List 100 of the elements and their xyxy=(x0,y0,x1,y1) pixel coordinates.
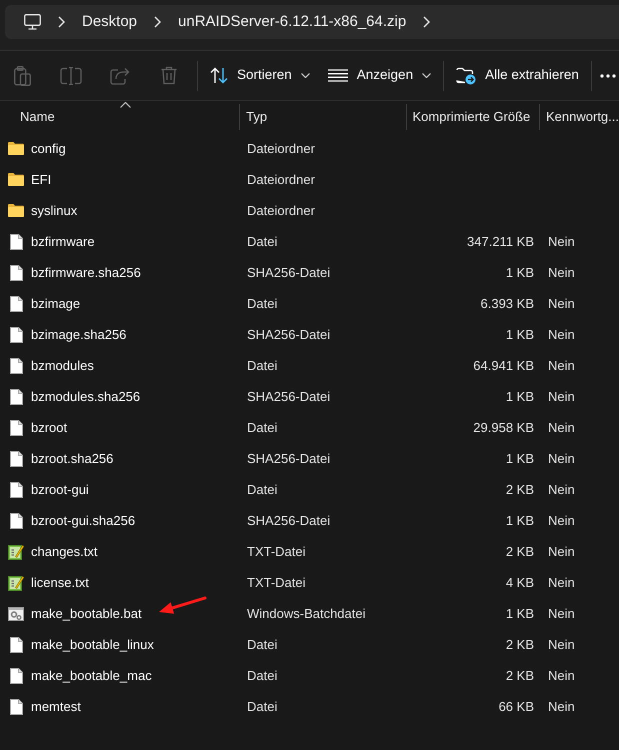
password-status: Nein xyxy=(548,544,575,559)
file-icon xyxy=(10,326,22,342)
password-status: Nein xyxy=(548,482,575,497)
file-size: 1 KB xyxy=(506,604,534,623)
file-icon xyxy=(10,698,22,714)
column-header[interactable]: Name xyxy=(0,101,240,133)
file-name: bzimage xyxy=(31,294,80,313)
password-status: Nein xyxy=(548,606,575,621)
password-status: Nein xyxy=(548,234,575,249)
password-status: Nein xyxy=(548,296,575,311)
file-size: 4 KB xyxy=(506,574,534,592)
toolbar-button[interactable]: Sortieren xyxy=(202,58,318,94)
breadcrumb-field[interactable]: Desktop unRAIDServer-6.12.11-x86_64.zip xyxy=(5,5,619,39)
chevron-down-icon xyxy=(422,73,432,78)
toolbar-button[interactable]: Alle extrahieren xyxy=(448,58,587,94)
file-icon xyxy=(10,450,22,466)
trash-icon xyxy=(161,66,177,85)
file-type: Datei xyxy=(247,668,278,683)
file-icon xyxy=(10,234,22,250)
folder-arrow-icon xyxy=(456,66,476,84)
file-icon xyxy=(10,420,22,436)
file-name: syslinux xyxy=(31,202,78,220)
clipboard-icon xyxy=(14,66,30,86)
file-type: SHA256-Datei xyxy=(247,512,330,528)
file-name: config xyxy=(31,140,66,158)
sort-arrows-icon xyxy=(210,67,228,84)
file-type: TXT-Datei xyxy=(247,574,306,590)
file-name: bzroot-gui xyxy=(31,480,89,499)
file-type: Datei xyxy=(247,482,278,497)
file-type: Datei xyxy=(247,358,278,373)
chevron-right-icon xyxy=(154,16,162,28)
monitor-icon xyxy=(24,14,41,30)
file-name: license.txt xyxy=(31,574,89,592)
toolbar-button[interactable]: Anzeigen xyxy=(320,58,440,94)
file-type: TXT-Datei xyxy=(247,544,306,559)
file-icon xyxy=(10,636,22,652)
file-icon xyxy=(10,264,22,280)
file-icon xyxy=(10,668,22,684)
file-type: SHA256-Datei xyxy=(247,450,330,466)
file-name: bzimage.sha256 xyxy=(31,326,126,344)
folder-icon xyxy=(8,173,24,186)
file-size: 1 KB xyxy=(506,388,534,406)
file-type: Datei xyxy=(247,296,278,311)
password-status: Nein xyxy=(548,512,575,528)
file-type: Datei xyxy=(247,420,278,435)
file-name: EFI xyxy=(31,170,52,189)
password-status: Nein xyxy=(548,636,575,652)
file-size: 2 KB xyxy=(506,666,534,685)
more-icon xyxy=(600,74,616,78)
chevron-down-icon xyxy=(300,73,310,78)
file-icon xyxy=(10,358,22,374)
file-type: Datei xyxy=(247,636,278,652)
file-name: changes.txt xyxy=(31,542,98,561)
file-type: Windows-Batchdatei xyxy=(247,606,366,621)
annotation-arrow xyxy=(159,596,206,614)
password-status: Nein xyxy=(548,358,575,373)
file-size: 1 KB xyxy=(506,264,534,282)
password-status: Nein xyxy=(548,420,575,435)
folder-icon xyxy=(8,204,24,217)
file-size: 66 KB xyxy=(498,698,534,716)
file-size: 2 KB xyxy=(506,542,534,561)
file-size: 1 KB xyxy=(506,326,534,344)
file-type: Datei xyxy=(247,698,278,714)
password-status: Nein xyxy=(548,450,575,466)
file-type: SHA256-Datei xyxy=(247,388,330,404)
file-size: 1 KB xyxy=(506,450,534,468)
file-size: 64.941 KB xyxy=(473,356,534,375)
notepad-icon xyxy=(8,574,24,590)
file-icon xyxy=(10,296,22,312)
password-status: Nein xyxy=(548,574,575,590)
file-name: bzmodules xyxy=(31,356,94,375)
folder-icon xyxy=(8,142,24,155)
file-type: Dateiordner xyxy=(247,172,315,187)
file-type: Dateiordner xyxy=(247,140,315,156)
password-status: Nein xyxy=(548,326,575,342)
file-name: make_bootable.bat xyxy=(31,604,142,623)
file-name: bzroot xyxy=(31,418,68,437)
column-header[interactable]: Typ xyxy=(240,101,407,133)
file-name: make_bootable_linux xyxy=(31,636,154,654)
chevron-right-icon xyxy=(423,16,430,28)
column-header[interactable]: Komprimierte Größe xyxy=(406,101,540,133)
password-status: Nein xyxy=(548,388,575,404)
file-name: make_bootable_mac xyxy=(31,666,152,685)
file-icon xyxy=(10,388,22,404)
breadcrumb-item[interactable]: Desktop xyxy=(82,10,138,34)
file-type: SHA256-Datei xyxy=(247,264,330,280)
file-name: bzmodules.sha256 xyxy=(31,388,140,406)
file-size: 29.958 KB xyxy=(473,418,534,437)
file-icon xyxy=(10,482,22,498)
notepad-icon xyxy=(8,544,24,560)
file-size: 2 KB xyxy=(506,636,534,654)
column-header[interactable]: Kennwortg... xyxy=(540,101,619,133)
gears-window-icon xyxy=(8,606,24,620)
file-size: 6.393 KB xyxy=(480,294,534,313)
lines-icon xyxy=(328,69,348,82)
sort-up-icon xyxy=(120,102,132,108)
file-name: bzfirmware.sha256 xyxy=(31,264,141,282)
text-cursor-icon xyxy=(60,66,82,84)
file-name: bzroot.sha256 xyxy=(31,450,114,468)
breadcrumb-item[interactable]: unRAIDServer-6.12.11-x86_64.zip xyxy=(178,10,406,34)
